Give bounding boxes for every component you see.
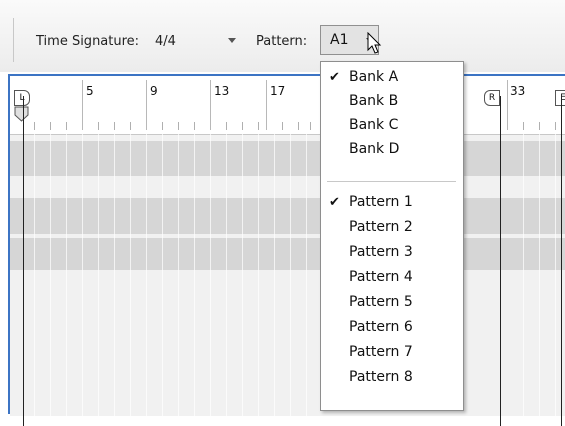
track-lane[interactable] <box>10 176 565 198</box>
bar-line <box>146 80 147 130</box>
menu-item-pattern-7[interactable]: Pattern 7 <box>321 342 463 366</box>
bar-line <box>266 80 267 130</box>
pattern-select-value: A1 <box>330 32 349 48</box>
menu-item-bank-d[interactable]: Bank D <box>321 139 463 163</box>
pattern-dropdown-menu: ✔ Bank A Bank B Bank C Bank D ✔ Pattern … <box>320 61 464 411</box>
track-lane[interactable] <box>10 238 565 270</box>
menu-item-pattern-6[interactable]: Pattern 6 <box>321 317 463 341</box>
end-locator-line <box>561 96 562 426</box>
menu-item-pattern-5[interactable]: Pattern 5 <box>321 292 463 316</box>
menu-item-pattern-3[interactable]: Pattern 3 <box>321 242 463 266</box>
bar-number: 17 <box>270 84 286 98</box>
menu-item-bank-a[interactable]: ✔ Bank A <box>321 67 463 91</box>
bar-number: 13 <box>214 84 230 98</box>
left-locator-marker[interactable]: L <box>14 90 30 106</box>
mouse-cursor-icon <box>367 32 382 54</box>
bar-line <box>507 80 508 130</box>
time-signature-label: Time Signature: <box>36 34 140 49</box>
right-locator-marker[interactable]: R <box>484 90 500 106</box>
pattern-editor: 5 9 13 17 33 L 4 R E <box>8 74 565 426</box>
track-lane[interactable] <box>10 270 565 416</box>
bar-number: 33 <box>510 84 526 98</box>
menu-item-pattern-2[interactable]: Pattern 2 <box>321 217 463 241</box>
right-locator-line <box>500 96 501 426</box>
menu-item-bank-c[interactable]: Bank C <box>321 115 463 139</box>
track-lane[interactable] <box>10 141 565 176</box>
menu-item-pattern-4[interactable]: Pattern 4 <box>321 267 463 291</box>
bar-ruler[interactable]: 5 9 13 17 33 L 4 R E <box>10 76 565 135</box>
checkmark-icon: ✔ <box>329 195 340 210</box>
end-marker[interactable]: E <box>555 90 565 106</box>
menu-item-pattern-1[interactable]: ✔ Pattern 1 <box>321 192 463 216</box>
bar-number: 5 <box>86 84 94 98</box>
bar-number: 9 <box>150 84 158 98</box>
menu-item-pattern-8[interactable]: Pattern 8 <box>321 367 463 391</box>
bar-line <box>82 80 83 130</box>
checkmark-icon: ✔ <box>329 70 340 85</box>
menu-divider <box>327 181 456 182</box>
toolbar-separator <box>13 18 14 62</box>
time-signature-dropdown-arrow-icon[interactable] <box>228 38 236 43</box>
time-signature-value[interactable]: 4/4 <box>155 34 176 49</box>
pattern-label: Pattern: <box>256 34 308 49</box>
bar-line <box>210 80 211 130</box>
toolbar: Time Signature: 4/4 Pattern: A1 <box>0 0 565 72</box>
track-lane[interactable] <box>10 198 565 234</box>
left-locator-line <box>23 96 24 426</box>
menu-item-bank-b[interactable]: Bank B <box>321 91 463 115</box>
playhead-marker-icon[interactable] <box>14 106 30 122</box>
